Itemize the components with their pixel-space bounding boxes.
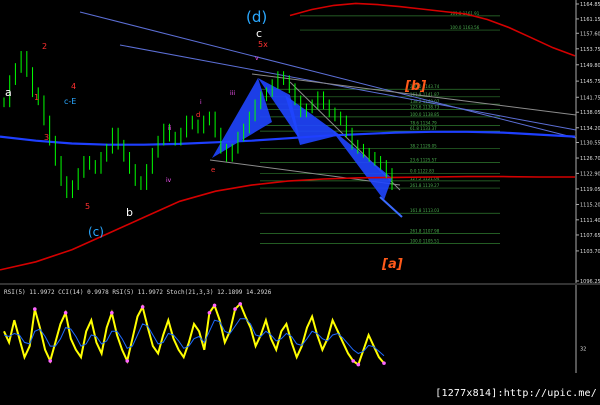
watermark-text: [1277x814]:http://upic.me/	[435, 388, 597, 399]
main-chart-area[interactable]	[0, 0, 576, 283]
fib-level-label: 0.0 1122.83	[410, 169, 435, 174]
wave-label: 5	[85, 202, 90, 211]
price-tick-label: 1134.20	[580, 126, 600, 132]
wave-label: c	[256, 27, 262, 40]
fib-level-label: 100.0 1163.56	[450, 25, 480, 30]
price-tick-label: 1138.05	[580, 110, 600, 116]
wave-label: c-E	[64, 97, 76, 106]
price-chart-svg[interactable]: 161.8 1161.91100.0 1163.56200.0 1143.741…	[0, 0, 600, 401]
oscillator-extreme-marker	[48, 359, 53, 363]
price-tick-label: 1111.40	[580, 218, 600, 224]
wave-label: a	[5, 86, 12, 99]
price-tick-label: 1126.70	[580, 156, 600, 162]
wave-label: 3	[44, 133, 49, 142]
wave-label: (d)	[246, 8, 267, 26]
fib-level-label: 161.8 1113.03	[410, 208, 440, 213]
wave-label: v	[255, 55, 259, 62]
oscillator-extreme-marker	[212, 303, 217, 308]
fib-level-label: 78.6 1134.79	[410, 120, 437, 125]
price-tick-label: 1161.15	[580, 17, 600, 23]
wave-label: iii	[230, 90, 235, 97]
oscillator-extreme-marker	[382, 361, 386, 365]
fib-level-label: 38.2 1129.05	[410, 144, 437, 149]
fib-level-label: 261.8 1119.27	[410, 183, 440, 188]
wave-label: 5x	[258, 40, 268, 49]
fib-level-label: 23.6 1125.57	[410, 158, 437, 163]
oscillator-extreme-marker	[63, 311, 68, 315]
chart-window[interactable]: 161.8 1161.91 100.0 1163.56 200.0 1143.74 1…	[0, 0, 600, 401]
wave-label: ii	[168, 125, 172, 132]
oscillator-extreme-marker	[110, 311, 114, 315]
price-tick-label: 1122.90	[580, 171, 600, 177]
price-tick-label: 1115.20	[580, 202, 600, 208]
wave-label: d	[196, 111, 200, 119]
oscillator-axis: 32	[575, 285, 586, 373]
fib-level-label: 100.0 1138.85	[410, 112, 440, 117]
price-tick-label: 1145.75	[580, 79, 600, 85]
oscillator-tick-label: 32	[580, 346, 586, 352]
fib-level-label: 123.6 1138.73	[410, 104, 440, 109]
oscillator-extreme-marker	[233, 307, 237, 311]
oscillator-title: RSI(5) 11.9972 CCI(14) 0.9978 RSI(5) 11.…	[4, 289, 272, 296]
price-tick-label: 1157.60	[580, 31, 600, 37]
wave-label: (c)	[88, 225, 104, 239]
price-axis: 1164.85 1161.15 1157.60 1153.75 1149.80 1145.…	[575, 0, 600, 285]
wave-label: iv	[166, 177, 172, 184]
wave-label: [b]	[404, 79, 426, 94]
price-tick-label: 1153.75	[580, 47, 600, 53]
wave-label: 4	[71, 82, 76, 91]
price-tick-label: 1107.65	[580, 233, 600, 239]
wave-label: 1	[34, 93, 39, 102]
wave-label: [a]	[381, 257, 403, 272]
oscillator-extreme-marker	[207, 311, 212, 315]
oscillator-extreme-marker	[125, 359, 130, 363]
oscillator-extreme-marker	[33, 307, 37, 311]
wave-label: b	[126, 206, 133, 219]
oscillator-extreme-marker	[140, 305, 145, 309]
wave-label: e	[211, 166, 215, 174]
price-tick-label: 1119.05	[580, 187, 600, 193]
oscillator-extreme-marker	[238, 302, 243, 306]
fib-level-label: 100.0 1105.51	[410, 239, 440, 244]
fib-level-label: 61.8 1133.37	[410, 126, 437, 131]
price-tick-label: 1164.85	[580, 2, 600, 8]
oscillator-extreme-marker	[356, 362, 361, 367]
fib-level-label: 261.8 1107.98	[410, 229, 440, 234]
price-tick-label: 1130.55	[580, 141, 600, 147]
price-tick-label: 1103.70	[580, 249, 600, 255]
wave-label: 2	[42, 42, 47, 51]
price-tick-label: 1149.80	[580, 63, 600, 69]
oscillator-extreme-marker	[351, 359, 355, 363]
price-tick-label: 1141.75	[580, 95, 600, 101]
